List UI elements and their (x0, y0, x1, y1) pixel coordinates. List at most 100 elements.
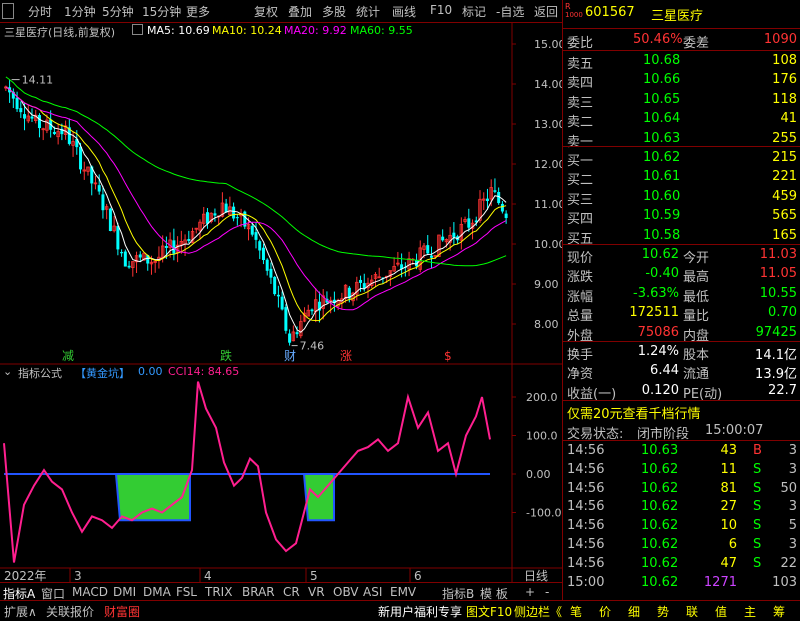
candle-body (79, 146, 83, 170)
tick-time: 14:56 (567, 443, 605, 458)
bottom-mid-2[interactable]: 侧边栏《 (514, 603, 562, 620)
tab-more[interactable]: 更多 (186, 3, 210, 20)
tick-volume: 81 (720, 480, 737, 496)
tick-price: 10.62 (641, 574, 679, 590)
tick-side: S (753, 480, 762, 496)
tab-11[interactable]: ASI (363, 585, 382, 599)
price-axis: 15.00 14.00 13.00 12.00 11.00 10.00 9.00 8.00 (512, 38, 562, 331)
sell-label: 卖四 (567, 76, 594, 92)
restore-rights-button[interactable]: 复权 (254, 3, 278, 20)
tick-price: 10.62 (641, 499, 679, 515)
stat-label: 股本 (683, 348, 710, 363)
stats-button[interactable]: 统计 (356, 3, 380, 20)
tab-15min[interactable]: 15分钟 (142, 3, 181, 20)
candle-body (310, 309, 314, 312)
tick-row[interactable]: 14:56 10.62 81 S 50 (563, 479, 800, 499)
tick-row[interactable]: 14:56 10.63 43 B 3 (563, 441, 800, 461)
status-row: 交易状态: 闭市阶段 15:00:07 (563, 421, 800, 442)
multi-stock-button[interactable]: 多股 (322, 3, 346, 20)
quote-row: 总量 172511 量比 0.70 (563, 303, 800, 324)
tick-row[interactable]: 14:56 10.62 47 S 22 (563, 554, 800, 574)
high-label: 14.11 (22, 74, 53, 87)
indicator-title[interactable]: 指标公式 (18, 365, 62, 381)
low-label: 7.46 (300, 340, 325, 353)
tab-5[interactable]: FSL (176, 585, 197, 599)
sell-row[interactable]: 卖五 10.68 108 (563, 51, 800, 72)
tab-12[interactable]: EMV (390, 585, 416, 599)
price-tick-label: 9.00 (534, 278, 559, 291)
tab-3[interactable]: DMI (113, 585, 136, 599)
side-tab-1[interactable]: 价 (599, 603, 611, 620)
ma10-line (5, 86, 507, 322)
tick-row[interactable]: 14:56 10.62 27 S 3 (563, 497, 800, 517)
side-tab-2[interactable]: 细 (628, 603, 640, 620)
tab-2[interactable]: MACD (72, 585, 108, 599)
tab-fenshi[interactable]: 分时 (28, 3, 52, 20)
tick-row[interactable]: 15:00 10.62 1271 103 (563, 573, 800, 593)
side-tab-4[interactable]: 联 (686, 603, 698, 620)
tab-5min[interactable]: 5分钟 (102, 3, 134, 20)
tick-row[interactable]: 14:56 10.62 10 S 5 (563, 516, 800, 536)
candle-body (235, 217, 239, 219)
side-tab-3[interactable]: 势 (657, 603, 669, 620)
quote-label: 涨幅 (567, 289, 594, 305)
tab-9[interactable]: VR (308, 585, 325, 599)
sell-volume: 41 (780, 111, 797, 127)
menu-toggle-icon[interactable] (2, 3, 14, 19)
tab-15[interactable]: + (525, 585, 535, 599)
sell-row[interactable]: 卖二 10.64 41 (563, 109, 800, 130)
side-tab-0[interactable]: 笔 (570, 603, 582, 620)
buy-row[interactable]: 买五 10.58 165 (563, 226, 800, 247)
tab-6[interactable]: TRIX (205, 585, 232, 599)
stat-value: 22.7 (768, 382, 797, 398)
chevron-down-icon[interactable]: ⌄ (3, 365, 12, 378)
tick-time: 14:56 (567, 537, 605, 552)
f10-button[interactable]: F10 (430, 3, 452, 17)
tab-8[interactable]: CR (283, 585, 300, 599)
tab-1min[interactable]: 1分钟 (64, 3, 96, 20)
tick-row[interactable]: 14:56 10.62 11 S 3 (563, 460, 800, 480)
bottom-mid-1[interactable]: 图文F10 (466, 603, 512, 620)
bottom-left-1[interactable]: 关联报价 (46, 603, 94, 620)
mark-button[interactable]: 标记 (462, 3, 486, 20)
buy-volume: 459 (772, 188, 797, 204)
sell-row[interactable]: 卖四 10.66 176 (563, 70, 800, 92)
golden-pit-area (114, 473, 191, 522)
tab-4[interactable]: DMA (143, 585, 171, 599)
bottom-left-2[interactable]: 财富圈 (104, 603, 140, 620)
sell-row[interactable]: 卖三 10.65 118 (563, 90, 800, 111)
bottom-left-0[interactable]: 扩展∧ (4, 603, 37, 620)
side-tab-7[interactable]: 筹 (773, 603, 785, 620)
price-tick-label: 12.00 (534, 158, 562, 171)
candle-body (164, 246, 168, 248)
quote-value: 75086 (637, 324, 679, 340)
promo-link[interactable]: 仅需20元查看千档行情 (567, 403, 701, 422)
candle-body (37, 114, 41, 129)
remove-favorite-button[interactable]: -自选 (496, 3, 524, 20)
kline-chart[interactable]: 15.00 14.00 13.00 12.00 11.00 10.00 9.00 8.00 1… (0, 22, 562, 582)
candle-body (265, 259, 269, 271)
back-button[interactable]: 返回 (534, 3, 558, 20)
stat-value: 14.1亿 (755, 348, 797, 363)
candle-body (30, 116, 34, 119)
buy-price: 10.62 (643, 150, 681, 165)
buy-row[interactable]: 买三 10.60 459 (563, 187, 800, 208)
side-tab-5[interactable]: 值 (715, 603, 727, 620)
tab-10[interactable]: OBV (333, 585, 359, 599)
buy-row[interactable]: 买一 10.62 215 (563, 148, 800, 169)
overlay-button[interactable]: 叠加 (288, 3, 312, 20)
stat-row: 换手 1.24% 股本 14.1亿 (563, 342, 800, 363)
sell-volume: 255 (772, 130, 797, 146)
side-tab-6[interactable]: 主 (744, 603, 756, 620)
buy-row[interactable]: 买二 10.61 221 (563, 167, 800, 188)
stat-row: 净资 6.44 流通 13.9亿 (563, 361, 800, 382)
promo-row[interactable]: 仅需20元查看千档行情 (563, 401, 800, 422)
bottom-mid-0[interactable]: 新用户福利专享 (378, 603, 462, 620)
tick-row[interactable]: 14:56 10.62 6 S 3 (563, 535, 800, 555)
ind-tick-label: -100.0 (526, 507, 561, 520)
buy-row[interactable]: 买四 10.59 565 (563, 206, 800, 227)
draw-line-button[interactable]: 画线 (392, 3, 416, 20)
indicator-panel: 200.0 100.0 0.00 -100.0 (3, 381, 561, 563)
tab-7[interactable]: BRAR (242, 585, 275, 599)
tab-16[interactable]: - (545, 585, 549, 599)
